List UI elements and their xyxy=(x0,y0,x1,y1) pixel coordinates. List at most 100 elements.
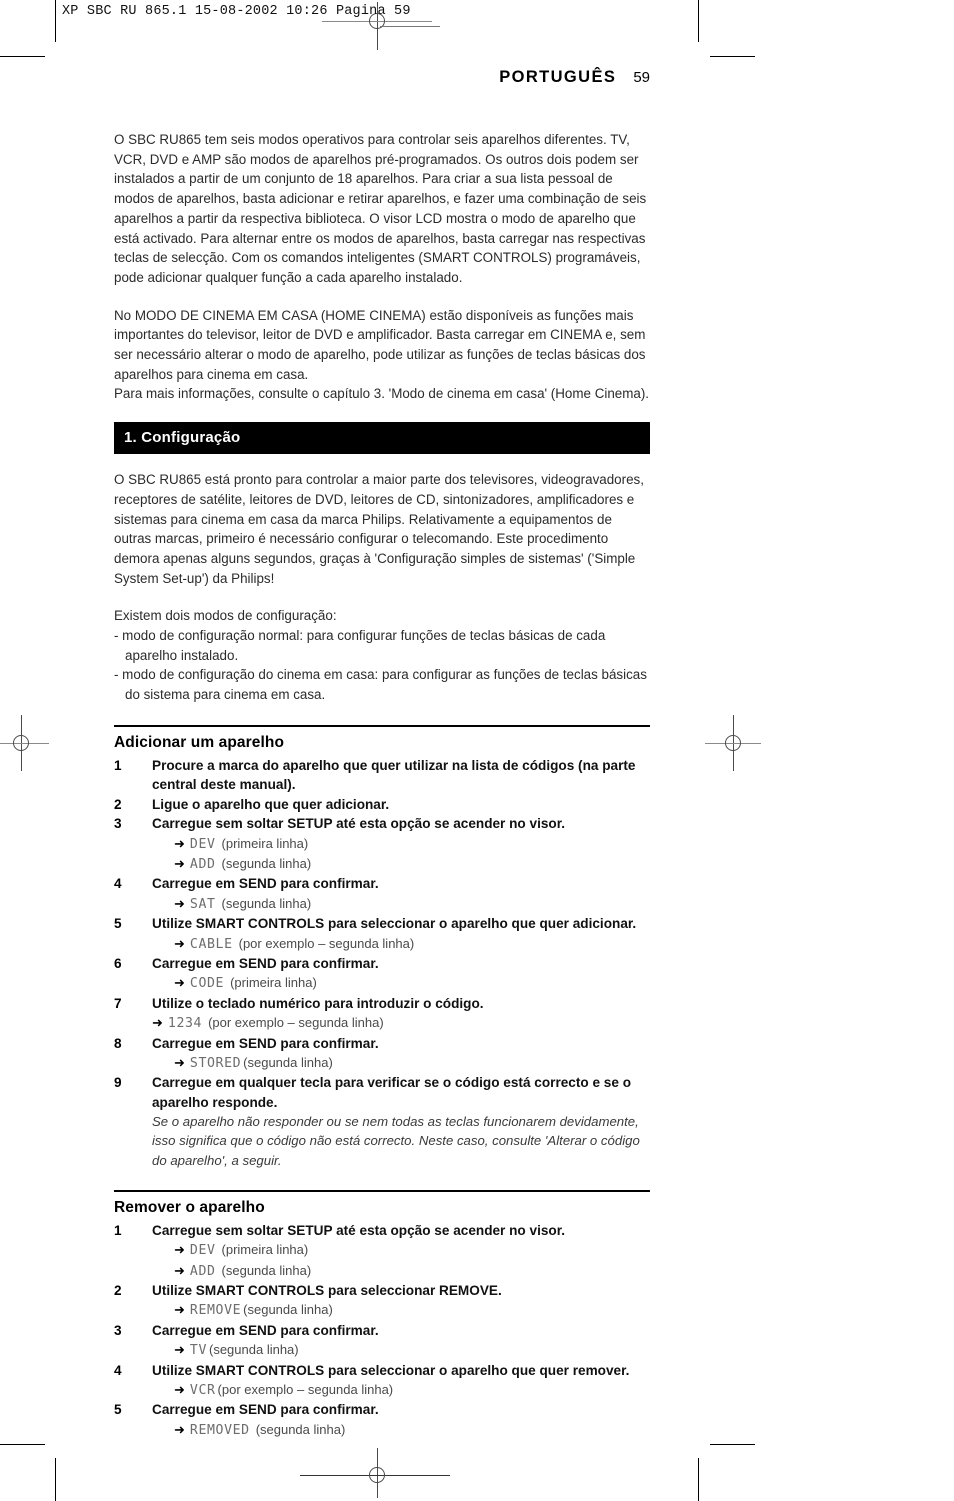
step-number: 7 xyxy=(114,995,122,1011)
step-text: Carregue em SEND para confirmar. xyxy=(152,955,379,971)
step-number: 2 xyxy=(114,1283,122,1299)
arrow-right-icon: ➜ xyxy=(174,1342,185,1358)
lcd-display-text: STORED xyxy=(189,1055,242,1071)
arrow-right-icon: ➜ xyxy=(174,1242,185,1258)
section-paragraph: O SBC RU865 está pronto para controlar a… xyxy=(114,472,644,586)
list-item: 1 Procure a marca do aparelho que quer u… xyxy=(114,756,650,795)
display-result: ➜ TV (segunda linha) xyxy=(174,1340,650,1360)
step-text: Utilize SMART CONTROLS para seleccionar … xyxy=(152,916,637,932)
display-result: ➜ ADD (segunda linha) xyxy=(174,1261,650,1281)
step-text: Carregue sem soltar SETUP até esta opção… xyxy=(152,1222,566,1238)
list-item: 1 Carregue sem soltar SETUP até esta opç… xyxy=(114,1221,650,1240)
list-item: 5 Utilize SMART CONTROLS para selecciona… xyxy=(114,914,650,933)
step-text: Carregue em SEND para confirmar. xyxy=(152,876,379,892)
crop-mark-top-right-horizontal xyxy=(710,56,755,57)
step-text: Carregue em SEND para confirmar. xyxy=(152,1322,379,1338)
intro-paragraph-3: Para mais informações, consulte o capítu… xyxy=(114,386,650,402)
list-item: - modo de configuração normal: para conf… xyxy=(114,628,606,663)
display-line-caption: (por exemplo – segunda linha) xyxy=(238,935,415,951)
list-item: 2 Utilize SMART CONTROLS para selecciona… xyxy=(114,1281,650,1300)
display-line-caption: (segunda linha) xyxy=(221,855,312,871)
lcd-display-text: DEV xyxy=(189,836,216,852)
display-line-caption: (primeira linha) xyxy=(230,975,317,991)
remove-device-steps: 1 Carregue sem soltar SETUP até esta opç… xyxy=(114,1221,650,1440)
step-number: 3 xyxy=(114,1322,122,1338)
step-number: 5 xyxy=(114,916,122,932)
display-line-caption: (segunda linha) xyxy=(221,1262,312,1278)
step-number: 5 xyxy=(114,1402,122,1418)
lcd-display-text: REMOVE xyxy=(189,1303,242,1319)
arrow-right-icon: ➜ xyxy=(174,935,185,951)
arrow-right-icon: ➜ xyxy=(174,1302,185,1318)
list-item: 6 Carregue em SEND para confirmar. xyxy=(114,954,650,973)
registration-mark-bottom xyxy=(300,1448,450,1498)
step-text: Carregue sem soltar SETUP até esta opção… xyxy=(152,816,566,832)
add-device-steps: 1 Procure a marca do aparelho que quer u… xyxy=(114,756,650,1170)
display-line-caption: (primeira linha) xyxy=(221,1242,309,1258)
crop-mark-bottom-left-vertical xyxy=(55,1458,56,1501)
arrow-right-icon: ➜ xyxy=(174,835,185,851)
prepress-file-header: XP SBC RU 865.1 15-08-2002 10:26 Pagina … xyxy=(62,4,411,19)
display-result: ➜ CODE (primeira linha) xyxy=(174,973,650,993)
step-number: 8 xyxy=(114,1035,122,1051)
step-number: 4 xyxy=(114,876,122,892)
section-divider xyxy=(114,1189,650,1192)
step-number: 1 xyxy=(114,757,122,773)
lcd-display-text: TV xyxy=(189,1343,207,1359)
list-item: 8 Carregue em SEND para confirmar. xyxy=(114,1034,650,1053)
step-text: Ligue o aparelho que quer adicionar. xyxy=(152,796,390,812)
section-divider xyxy=(114,724,650,727)
subheading-remove-device: Remover o aparelho xyxy=(114,1198,265,1216)
crop-mark-bottom-right-horizontal xyxy=(710,1444,755,1445)
list-item: 2 Ligue o aparelho que quer adicionar. xyxy=(114,795,650,814)
step-text: Carregue em SEND para confirmar. xyxy=(152,1035,379,1051)
lcd-display-text: ADD xyxy=(189,856,216,872)
lcd-display-text: REMOVED xyxy=(189,1422,250,1438)
display-result: ➜ 1234 (por exemplo – segunda linha) xyxy=(152,1013,650,1033)
step-number: 6 xyxy=(114,955,122,971)
arrow-right-icon: ➜ xyxy=(174,1054,185,1070)
list-item: 4 Carregue em SEND para confirmar. xyxy=(114,874,650,893)
display-line-caption: (por exemplo – segunda linha) xyxy=(217,1382,394,1398)
registration-mark-ring xyxy=(13,735,29,751)
crop-mark-top-left-horizontal xyxy=(0,56,45,57)
display-result: ➜ ADD (segunda linha) xyxy=(174,854,650,874)
step-note: Se o aparelho não responder ou se nem to… xyxy=(152,1114,640,1168)
display-result: ➜ SAT (segunda linha) xyxy=(174,894,650,914)
page-number: 59 xyxy=(633,69,650,86)
setup-modes-lead: Existem dois modos de configuração: xyxy=(114,608,337,624)
setup-modes-list: - modo de configuração normal: para conf… xyxy=(114,626,650,705)
display-result: ➜ CABLE (por exemplo – segunda linha) xyxy=(174,934,650,954)
registration-mark-ring xyxy=(369,1467,385,1483)
registration-mark-ring xyxy=(725,735,741,751)
list-item: 3 Carregue em SEND para confirmar. xyxy=(114,1321,650,1340)
display-line-caption: (segunda linha) xyxy=(243,1302,333,1318)
content-column: O SBC RU865 tem seis modos operativos pa… xyxy=(114,130,650,1440)
lcd-display-text: VCR xyxy=(189,1383,216,1399)
arrow-right-icon: ➜ xyxy=(174,855,185,871)
display-line-caption: (por exemplo – segunda linha) xyxy=(208,1015,384,1031)
subheading-add-device: Adicionar um aparelho xyxy=(114,733,285,751)
lcd-display-text: SAT xyxy=(189,896,216,912)
step-number: 4 xyxy=(114,1362,122,1378)
step-text: Utilize SMART CONTROLS para seleccionar … xyxy=(152,1362,630,1378)
lcd-display-text: CABLE xyxy=(189,936,233,952)
step-text: Utilize o teclado numérico para introduz… xyxy=(152,995,484,1011)
step-text: Procure a marca do aparelho que quer uti… xyxy=(152,757,636,793)
arrow-right-icon: ➜ xyxy=(174,1421,185,1437)
step-text: Carregue em SEND para confirmar. xyxy=(152,1402,379,1418)
display-line-caption: (primeira linha) xyxy=(221,835,309,851)
step-text: Carregue em qualquer tecla para verifica… xyxy=(152,1075,631,1110)
lcd-display-text: 1234 xyxy=(167,1016,203,1032)
list-item: 5 Carregue em SEND para confirmar. xyxy=(114,1400,650,1419)
lcd-display-text: CODE xyxy=(189,976,225,992)
display-line-caption: (segunda linha) xyxy=(209,1342,299,1358)
intro-paragraph-2: No MODO DE CINEMA EM CASA (HOME CINEMA) … xyxy=(114,307,646,382)
page-title: PORTUGUÊS xyxy=(499,68,617,86)
arrow-right-icon: ➜ xyxy=(174,895,185,911)
lcd-display-text: DEV xyxy=(189,1243,216,1259)
registration-mark-left xyxy=(0,715,49,771)
list-item: - modo de configuração do cinema em casa… xyxy=(114,667,647,703)
step-text: Utilize SMART CONTROLS para seleccionar … xyxy=(152,1283,502,1299)
display-result: ➜ REMOVE (segunda linha) xyxy=(174,1300,650,1320)
